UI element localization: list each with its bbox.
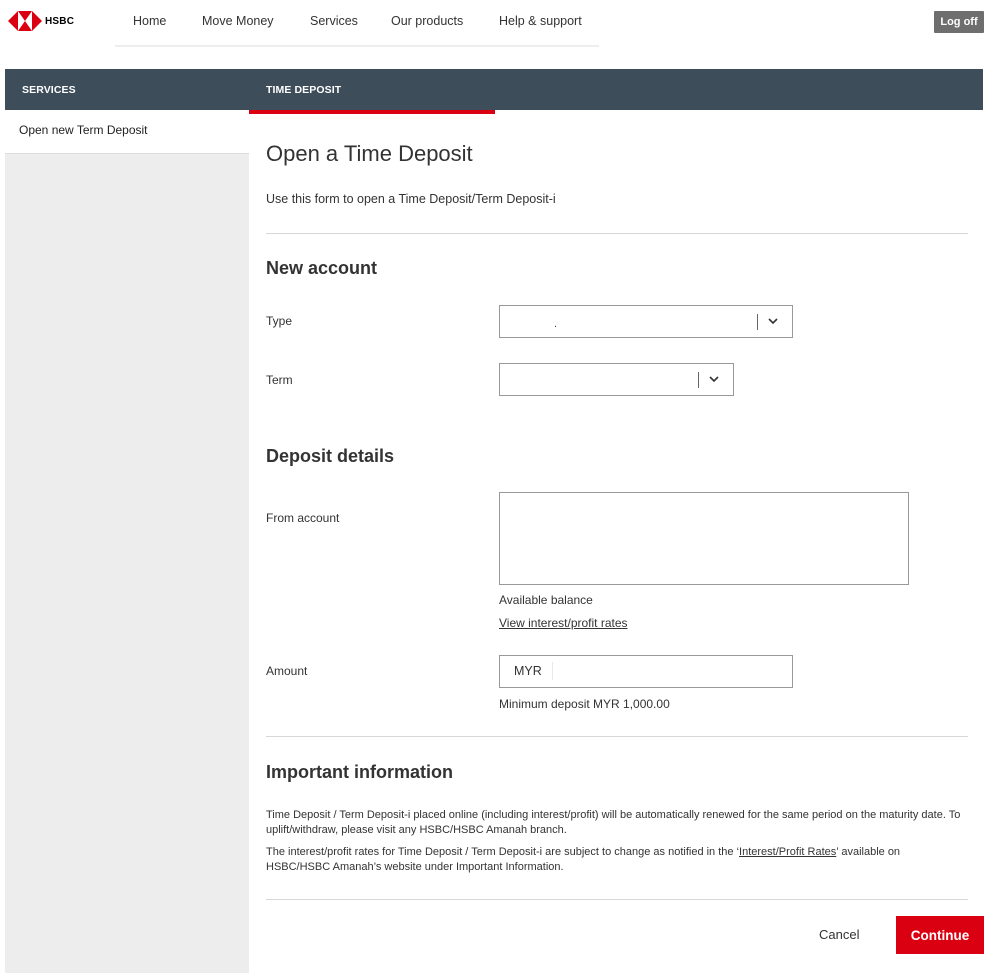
type-select-value: . [554, 318, 558, 330]
from-account-label: From account [266, 511, 340, 525]
from-account-select[interactable] [499, 492, 909, 585]
deposit-details-heading: Deposit details [266, 446, 395, 466]
logoff-button[interactable]: Log off [934, 11, 984, 33]
available-balance-label: Available balance [499, 593, 593, 607]
main-panel: TIME DEPOSIT Open a Time Deposit Use thi… [249, 69, 984, 973]
sidebar: SERVICES Open new Term Deposit [5, 69, 249, 973]
divider [266, 899, 968, 900]
term-label: Term [266, 373, 293, 387]
select-separator [757, 314, 758, 330]
nav-help-support[interactable]: Help & support [499, 14, 582, 28]
type-select[interactable]: . [499, 305, 793, 338]
nav-underline [115, 45, 599, 47]
nav-our-products[interactable]: Our products [391, 14, 463, 28]
nav-home[interactable]: Home [133, 14, 166, 28]
interest-profit-rates-link[interactable]: Interest/Profit Rates [739, 846, 836, 858]
sidebar-header: SERVICES [5, 69, 249, 110]
type-label: Type [266, 314, 293, 328]
new-account-heading: New account [266, 258, 378, 278]
nav-services[interactable]: Services [310, 14, 358, 28]
amount-currency: MYR [514, 664, 542, 678]
important-info-heading: Important information [266, 762, 453, 782]
divider [266, 736, 968, 737]
select-separator [698, 372, 699, 388]
info-rates-prefix: The interest/profit rates for Time Depos… [266, 846, 740, 858]
brand-name: HSBC [45, 15, 75, 27]
cancel-button[interactable]: Cancel [819, 927, 859, 942]
info-paragraph-rates: The interest/profit rates for Time Depos… [266, 845, 966, 875]
amount-label: Amount [266, 664, 308, 678]
continue-button[interactable]: Continue [896, 916, 984, 954]
chevron-down-icon [768, 318, 778, 325]
nav-move-money[interactable]: Move Money [202, 14, 274, 28]
hsbc-logo[interactable]: HSBC [8, 11, 74, 31]
hsbc-hexagon-icon [8, 11, 42, 31]
main-header: TIME DEPOSIT [249, 69, 983, 110]
minimum-deposit-note: Minimum deposit MYR 1,000.00 [499, 697, 670, 711]
amount-input[interactable]: MYR [499, 655, 793, 688]
active-tab-indicator [249, 110, 495, 114]
view-rates-link[interactable]: View interest/profit rates [499, 616, 628, 630]
tab-time-deposit[interactable]: TIME DEPOSIT [249, 69, 495, 113]
top-navigation: HSBC Home Move Money Services Our produc… [0, 0, 996, 47]
text-cursor [552, 662, 553, 680]
sidebar-item-open-term-deposit[interactable]: Open new Term Deposit [5, 110, 249, 154]
info-paragraph-renewal: Time Deposit / Term Deposit-i placed onl… [266, 809, 961, 836]
divider [266, 233, 968, 234]
page-title: Open a Time Deposit [266, 141, 473, 166]
chevron-down-icon [709, 376, 719, 383]
page-subtitle: Use this form to open a Time Deposit/Ter… [266, 192, 556, 206]
term-select[interactable] [499, 363, 734, 396]
